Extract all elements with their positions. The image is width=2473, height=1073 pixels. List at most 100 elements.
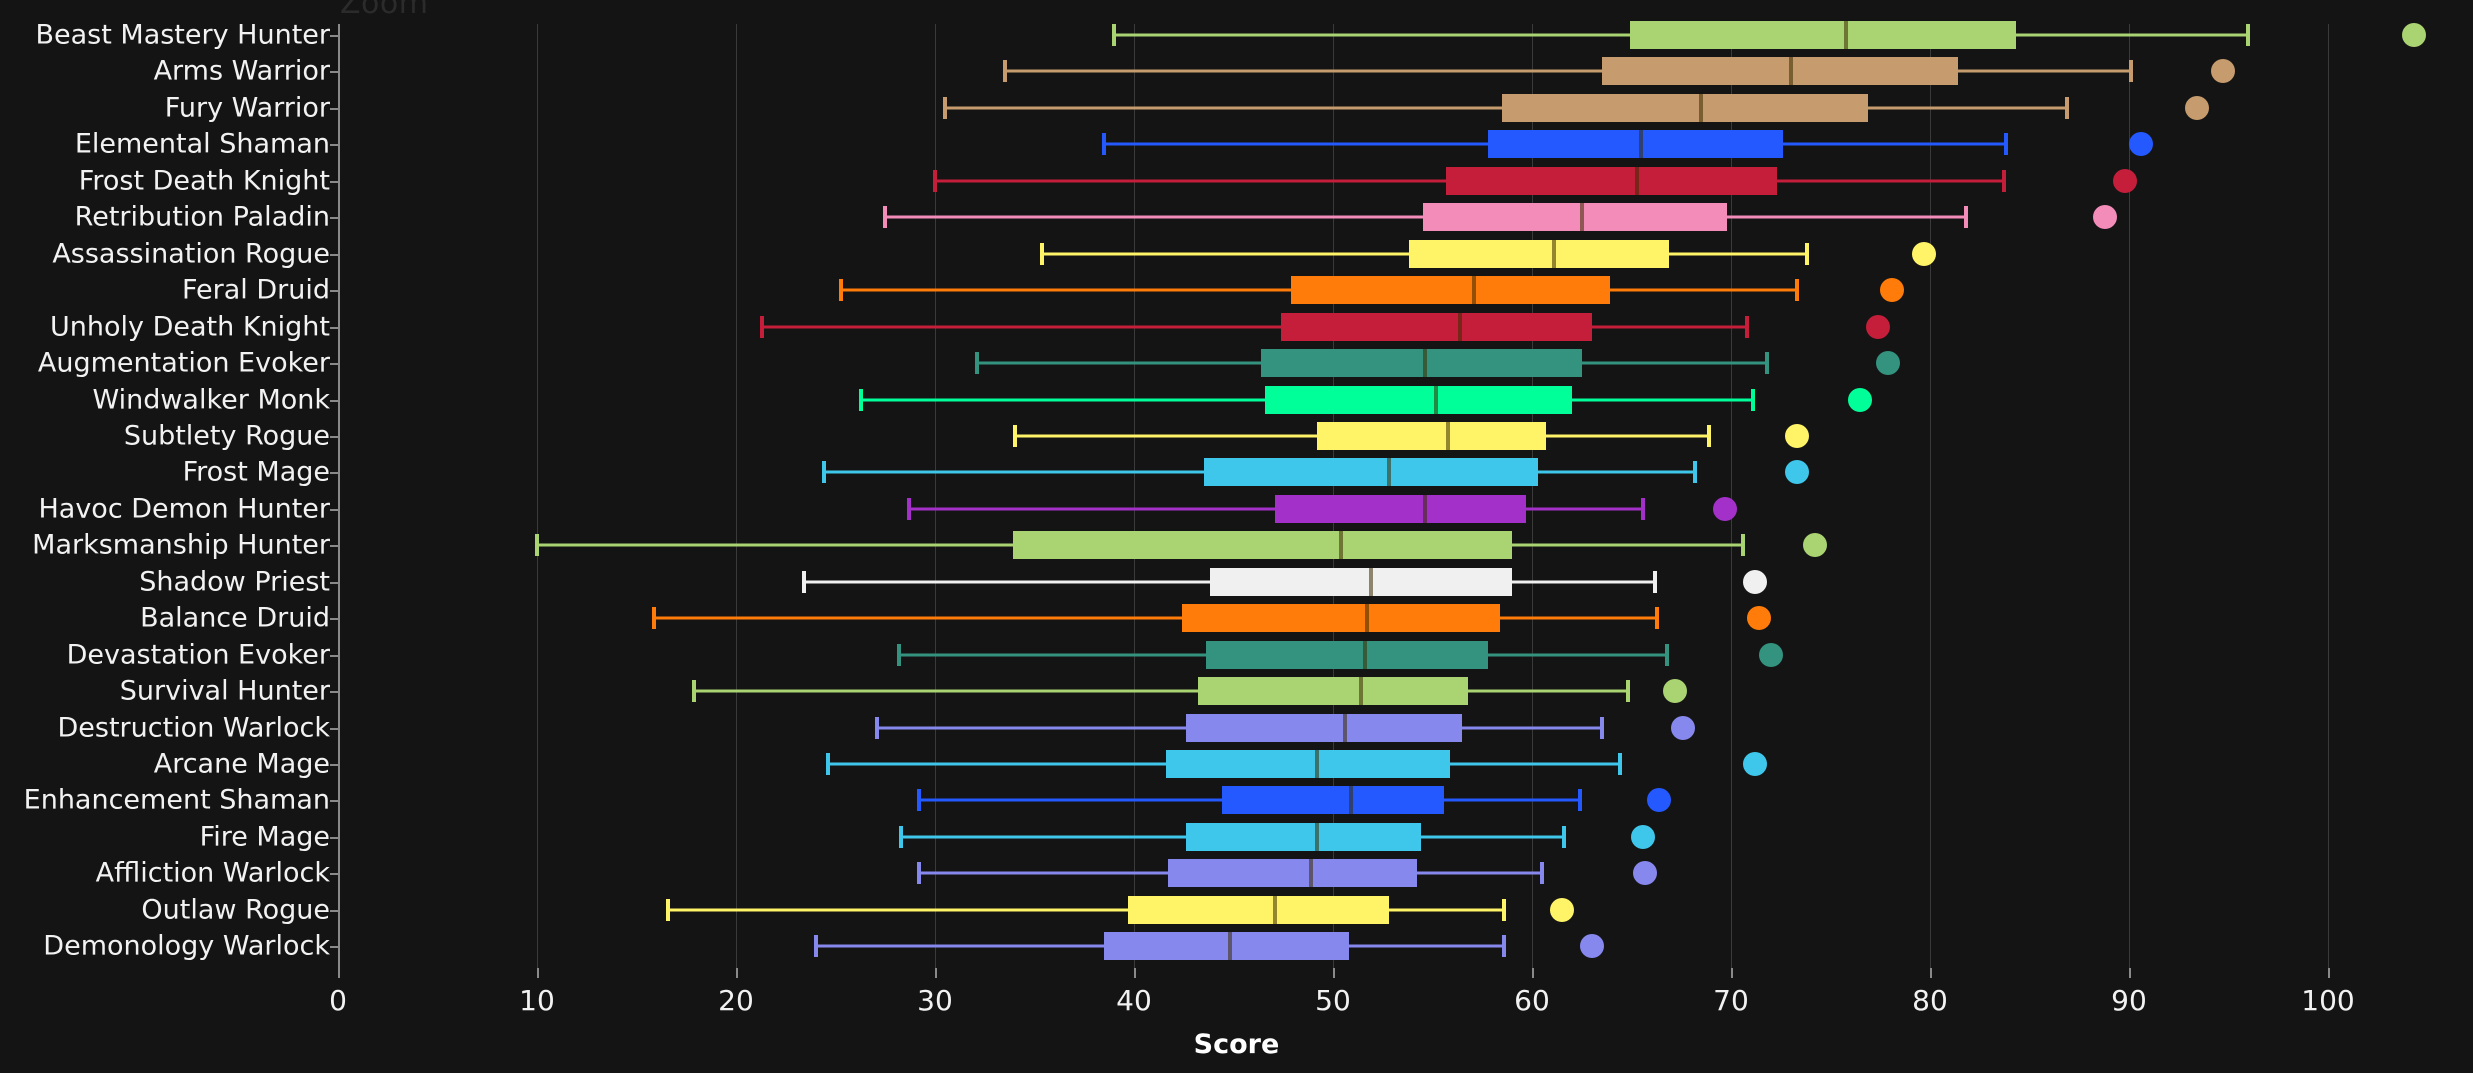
outlier-point[interactable] — [2210, 59, 2235, 84]
whisker-cap-low — [839, 279, 844, 302]
outlier-point[interactable] — [2401, 23, 2426, 47]
category-label-frost-death-knight: Frost Death Knight — [78, 165, 330, 197]
x-tick-mark — [1532, 968, 1534, 978]
x-gridline — [1930, 24, 1931, 968]
outlier-point[interactable] — [1663, 679, 1688, 704]
y-tick-mark — [330, 727, 338, 730]
y-tick-mark — [330, 472, 338, 475]
median-line — [1362, 640, 1367, 669]
median-line — [1458, 312, 1463, 341]
outlier-point[interactable] — [1633, 861, 1658, 886]
whisker-cap-low — [692, 680, 697, 703]
outlier-point[interactable] — [1631, 824, 1656, 849]
box-iqr[interactable] — [1281, 312, 1592, 341]
y-tick-mark — [330, 435, 338, 438]
category-label-retribution-paladin: Retribution Paladin — [74, 201, 330, 233]
whisker-cap-high — [1502, 935, 1507, 958]
outlier-point[interactable] — [1746, 606, 1771, 631]
box-iqr[interactable] — [1502, 93, 1869, 122]
box-iqr[interactable] — [1167, 859, 1417, 888]
box-iqr[interactable] — [1601, 57, 1958, 86]
median-line — [1273, 895, 1278, 924]
outlier-point[interactable] — [2113, 168, 2138, 193]
outlier-point[interactable] — [1549, 897, 1574, 922]
category-label-marksmanship-hunter: Marksmanship Hunter — [32, 529, 330, 561]
outlier-point[interactable] — [1912, 241, 1937, 266]
x-tick-label: 100 — [2301, 984, 2355, 1017]
y-tick-mark — [330, 326, 338, 329]
box-iqr[interactable] — [1104, 932, 1349, 961]
outlier-point[interactable] — [1876, 351, 1901, 376]
box-iqr[interactable] — [1275, 494, 1527, 523]
outlier-point[interactable] — [1579, 934, 1604, 959]
category-label-elemental-shaman: Elemental Shaman — [74, 128, 330, 160]
box-iqr[interactable] — [1185, 713, 1463, 742]
whisker-cap-low — [1012, 424, 1017, 447]
median-line — [1368, 567, 1373, 596]
box-iqr[interactable] — [1181, 604, 1501, 633]
whisker-cap-high — [1641, 497, 1646, 520]
outlier-point[interactable] — [1866, 314, 1891, 339]
box-iqr[interactable] — [1205, 640, 1489, 669]
outlier-point[interactable] — [2184, 95, 2209, 120]
box-iqr[interactable] — [1221, 786, 1445, 815]
median-line — [1639, 130, 1644, 159]
outlier-point[interactable] — [1713, 496, 1738, 521]
x-tick-mark — [1930, 968, 1932, 978]
box-iqr[interactable] — [1317, 421, 1546, 450]
box-iqr[interactable] — [1209, 567, 1513, 596]
y-tick-mark — [330, 909, 338, 912]
whisker-cap-low — [1102, 133, 1107, 156]
box-iqr[interactable] — [1128, 895, 1389, 924]
median-line — [1386, 458, 1391, 487]
outlier-point[interactable] — [1848, 387, 1873, 412]
whisker-cap-low — [1112, 24, 1117, 46]
x-tick-mark — [1333, 968, 1335, 978]
category-label-unholy-death-knight: Unholy Death Knight — [50, 311, 330, 343]
box-iqr[interactable] — [1185, 822, 1421, 851]
whisker-cap-high — [1539, 862, 1544, 885]
outlier-point[interactable] — [1802, 533, 1827, 558]
whisker-cap-low — [917, 789, 922, 812]
whisker-cap-low — [821, 461, 826, 484]
outlier-point[interactable] — [1758, 642, 1783, 667]
whisker-cap-low — [1002, 60, 1007, 83]
outlier-point[interactable] — [2128, 132, 2153, 157]
whisker-line — [761, 325, 1747, 329]
x-axis-title: Score — [1193, 1029, 1280, 1060]
y-tick-mark — [330, 363, 338, 366]
x-gridline — [1532, 24, 1533, 968]
box-iqr[interactable] — [1291, 276, 1610, 305]
box-iqr[interactable] — [1422, 203, 1728, 232]
box-iqr[interactable] — [1629, 21, 2016, 49]
whisker-cap-high — [1963, 206, 1968, 229]
whisker-cap-low — [899, 825, 904, 848]
whisker-cap-low — [859, 388, 864, 411]
box-iqr[interactable] — [1265, 385, 1572, 414]
box-iqr[interactable] — [1165, 750, 1451, 778]
box-iqr[interactable] — [1012, 531, 1513, 560]
box-iqr[interactable] — [1446, 166, 1777, 195]
outlier-point[interactable] — [1784, 423, 1809, 448]
category-label-beast-mastery-hunter: Beast Mastery Hunter — [35, 19, 330, 51]
category-label-fury-warrior: Fury Warrior — [164, 92, 330, 124]
outlier-point[interactable] — [1784, 460, 1809, 485]
outlier-point[interactable] — [2093, 205, 2118, 230]
box-iqr[interactable] — [1488, 130, 1783, 159]
whisker-cap-low — [759, 315, 764, 338]
box-iqr[interactable] — [1197, 677, 1469, 706]
outlier-point[interactable] — [1671, 715, 1696, 740]
category-label-devastation-evoker: Devastation Evoker — [66, 639, 330, 671]
whisker-cap-low — [825, 753, 830, 775]
median-line — [1309, 859, 1314, 888]
category-label-arcane-mage: Arcane Mage — [153, 748, 330, 780]
outlier-point[interactable] — [1742, 569, 1767, 594]
outlier-point[interactable] — [1647, 788, 1672, 813]
outlier-point[interactable] — [1880, 278, 1905, 303]
x-tick-label: 40 — [1116, 984, 1152, 1017]
box-iqr[interactable] — [1203, 458, 1538, 487]
box-iqr[interactable] — [1408, 239, 1670, 268]
whisker-cap-high — [1653, 570, 1658, 593]
whisker-cap-low — [974, 352, 979, 375]
outlier-point[interactable] — [1742, 752, 1767, 776]
